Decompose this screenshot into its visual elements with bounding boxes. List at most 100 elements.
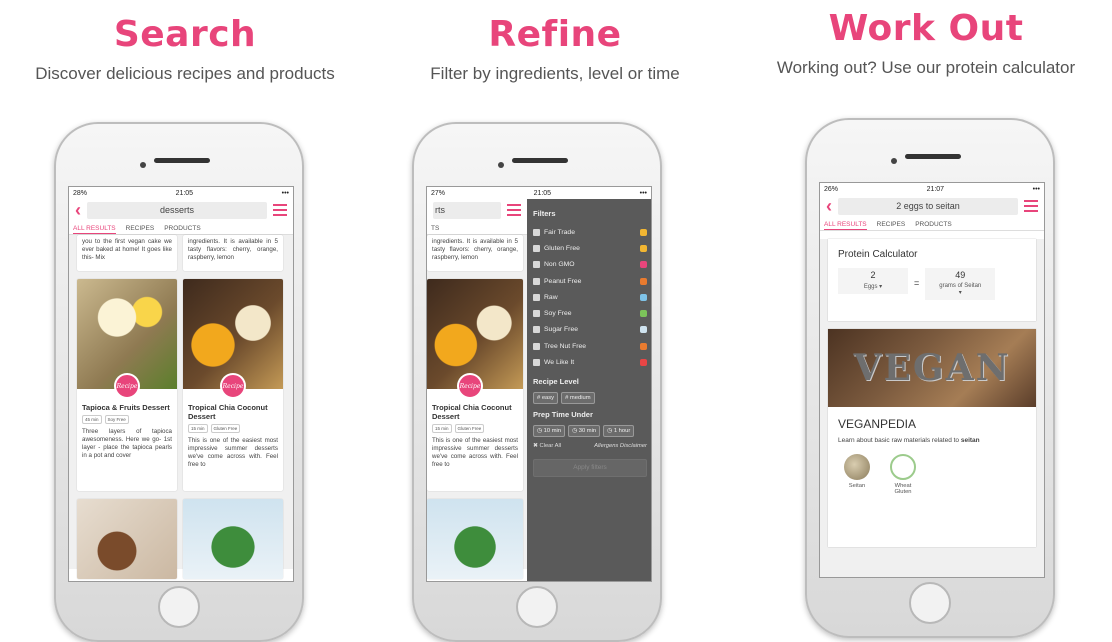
result-card[interactable]: ingredients. It is available in 5 tasty …	[183, 235, 283, 271]
tab-all-results[interactable]: ALL RESULTS	[824, 221, 867, 230]
clear-all-link[interactable]: ✖ Clear All	[533, 443, 561, 449]
signal-icon: •••	[281, 189, 289, 197]
seitan-value: 49	[955, 270, 966, 280]
level-medium-chip[interactable]: # medium	[561, 391, 595, 404]
material-label: Seitan	[848, 483, 866, 489]
eggs-unit-dropdown[interactable]: Eggs ▾	[838, 280, 908, 294]
apply-filters-button[interactable]: Apply filters	[533, 458, 647, 477]
camera-dot	[891, 158, 897, 164]
diet-tag: Gluten Free	[454, 424, 485, 433]
back-arrow-icon[interactable]: ‹	[75, 201, 81, 219]
checkbox-icon[interactable]	[533, 244, 540, 252]
filter-option[interactable]: Tree Nut Free	[533, 338, 647, 354]
checkbox-icon[interactable]	[533, 293, 540, 301]
result-card[interactable]	[427, 499, 523, 579]
allergens-disclaimer-link[interactable]: Allergens Disclaimer	[594, 443, 647, 449]
filter-sliders-icon[interactable]	[1024, 200, 1038, 212]
checkbox-icon[interactable]	[533, 228, 540, 236]
card-excerpt: you to the first vegan cake we ever bake…	[82, 238, 172, 261]
tab-all-results[interactable]: ALL RESULTS	[73, 225, 116, 234]
result-card[interactable]	[183, 499, 283, 579]
result-card[interactable]: ingredients. It is available in 5 tasty …	[427, 235, 523, 271]
filter-option[interactable]: Peanut Free	[533, 273, 647, 289]
filter-option[interactable]: We Like It	[533, 354, 647, 370]
card-excerpt: This is one of the easiest most impressi…	[432, 437, 518, 468]
seitan-unit-dropdown[interactable]: grams of Seitan ▾	[925, 280, 995, 300]
home-button[interactable]	[909, 582, 951, 624]
result-card[interactable]	[77, 499, 177, 579]
back-arrow-icon[interactable]: ‹	[826, 197, 832, 215]
search-input[interactable]: rts	[433, 201, 501, 219]
checkbox-icon[interactable]	[533, 310, 540, 318]
unit-label: grams of Seitan	[939, 283, 982, 289]
eggs-input[interactable]: 2 Eggs ▾	[838, 268, 908, 294]
result-card[interactable]: Recipe Tropical Chia Coconut Dessert 15 …	[183, 279, 283, 491]
checkbox-icon[interactable]	[533, 277, 540, 285]
time-tag: 45 min	[82, 415, 102, 424]
speaker-grille	[154, 158, 210, 163]
tab-recipes[interactable]: RECIPES	[877, 221, 906, 230]
panel-subtitle: Discover delicious recipes and products	[35, 64, 335, 83]
filter-actions: ✖ Clear All Allergens Disclaimer	[533, 443, 647, 449]
level-chips: # easy # medium	[533, 391, 647, 404]
tab-fragment[interactable]: TS	[431, 225, 439, 234]
filter-sliders-icon[interactable]	[273, 204, 287, 216]
search-input[interactable]: desserts	[87, 201, 267, 219]
battery-indicator: 27%	[431, 189, 446, 197]
filter-category-icon	[640, 261, 647, 269]
results-tabs: ALL RESULTS RECIPES PRODUCTS	[820, 217, 1044, 231]
tab-products[interactable]: PRODUCTS	[164, 225, 200, 234]
veganpedia-card[interactable]: VEGAN VEGANPEDIA Learn about basic raw m…	[828, 329, 1036, 547]
results-tabs: ALL RESULTS RECIPES PRODUCTS	[69, 221, 293, 235]
card-tags: 15 min Gluten Free	[183, 423, 283, 434]
phone-screen: 27% 21:05 ••• rts TS ingredients. It is …	[426, 186, 652, 582]
filter-option[interactable]: Non GMO	[533, 257, 647, 273]
panel-heading: Search	[113, 14, 257, 55]
seitan-output[interactable]: 49 grams of Seitan ▾	[925, 268, 996, 300]
home-button[interactable]	[158, 586, 200, 628]
filter-label: Soy Free	[544, 310, 572, 318]
tab-recipes[interactable]: RECIPES	[126, 225, 155, 234]
search-input[interactable]: 2 eggs to seitan	[838, 197, 1018, 215]
material-seitan[interactable]: Seitan	[842, 454, 872, 495]
filter-category-icon	[640, 293, 647, 301]
time-10min-chip[interactable]: ◷ 10 min	[533, 424, 566, 437]
filter-sliders-icon[interactable]	[507, 204, 521, 216]
checkbox-icon[interactable]	[533, 342, 540, 350]
level-easy-chip[interactable]: # easy	[533, 391, 559, 404]
recipe-level-heading: Recipe Level	[533, 376, 579, 386]
card-tags: 15 min Gluten Free	[427, 423, 523, 434]
wheat-gluten-icon	[890, 454, 916, 480]
filter-option[interactable]: Fair Trade	[533, 224, 647, 240]
tab-products[interactable]: PRODUCTS	[915, 221, 951, 230]
recipe-badge: Recipe	[220, 373, 246, 399]
home-button[interactable]	[516, 586, 558, 628]
phone-mockup: 28% 21:05 ••• ‹ desserts ALL RESULTS REC…	[54, 122, 304, 642]
recipe-image: Recipe	[427, 279, 523, 399]
material-wheat-gluten[interactable]: Wheat Gluten	[888, 454, 918, 495]
filter-category-icon	[640, 359, 647, 367]
status-bar: 27% 21:05 •••	[427, 187, 651, 199]
time-1hour-chip[interactable]: ◷ 1 hour	[603, 424, 635, 437]
checkbox-icon[interactable]	[533, 326, 540, 334]
result-card[interactable]: you to the first vegan cake we ever bake…	[77, 235, 177, 271]
checkbox-icon[interactable]	[533, 359, 540, 367]
status-bar: 28% 21:05 •••	[69, 187, 293, 199]
time-30min-chip[interactable]: ◷ 30 min	[568, 424, 601, 437]
filter-option[interactable]: Raw	[533, 289, 647, 305]
veganpedia-title: VEGANPEDIA	[838, 417, 917, 431]
results-grid: ingredients. It is available in 5 tasty …	[427, 235, 527, 579]
card-tags: 45 min Soy Free	[77, 414, 177, 425]
camera-dot	[498, 162, 504, 168]
chip-label: 30 min	[578, 427, 597, 434]
checkbox-icon[interactable]	[533, 261, 540, 269]
filter-label: Fair Trade	[544, 228, 575, 236]
filter-option[interactable]: Sugar Free	[533, 322, 647, 338]
filter-option[interactable]: Soy Free	[533, 305, 647, 321]
diet-tag: Gluten Free	[210, 424, 241, 433]
filter-option[interactable]: Gluten Free	[533, 240, 647, 256]
result-card[interactable]: Recipe Tropical Chia Coconut Dessert 15 …	[427, 279, 523, 491]
search-bar: rts	[427, 199, 527, 221]
speaker-grille	[905, 154, 961, 159]
result-card[interactable]: Recipe Tapioca & Fruits Dessert 45 min S…	[77, 279, 177, 491]
